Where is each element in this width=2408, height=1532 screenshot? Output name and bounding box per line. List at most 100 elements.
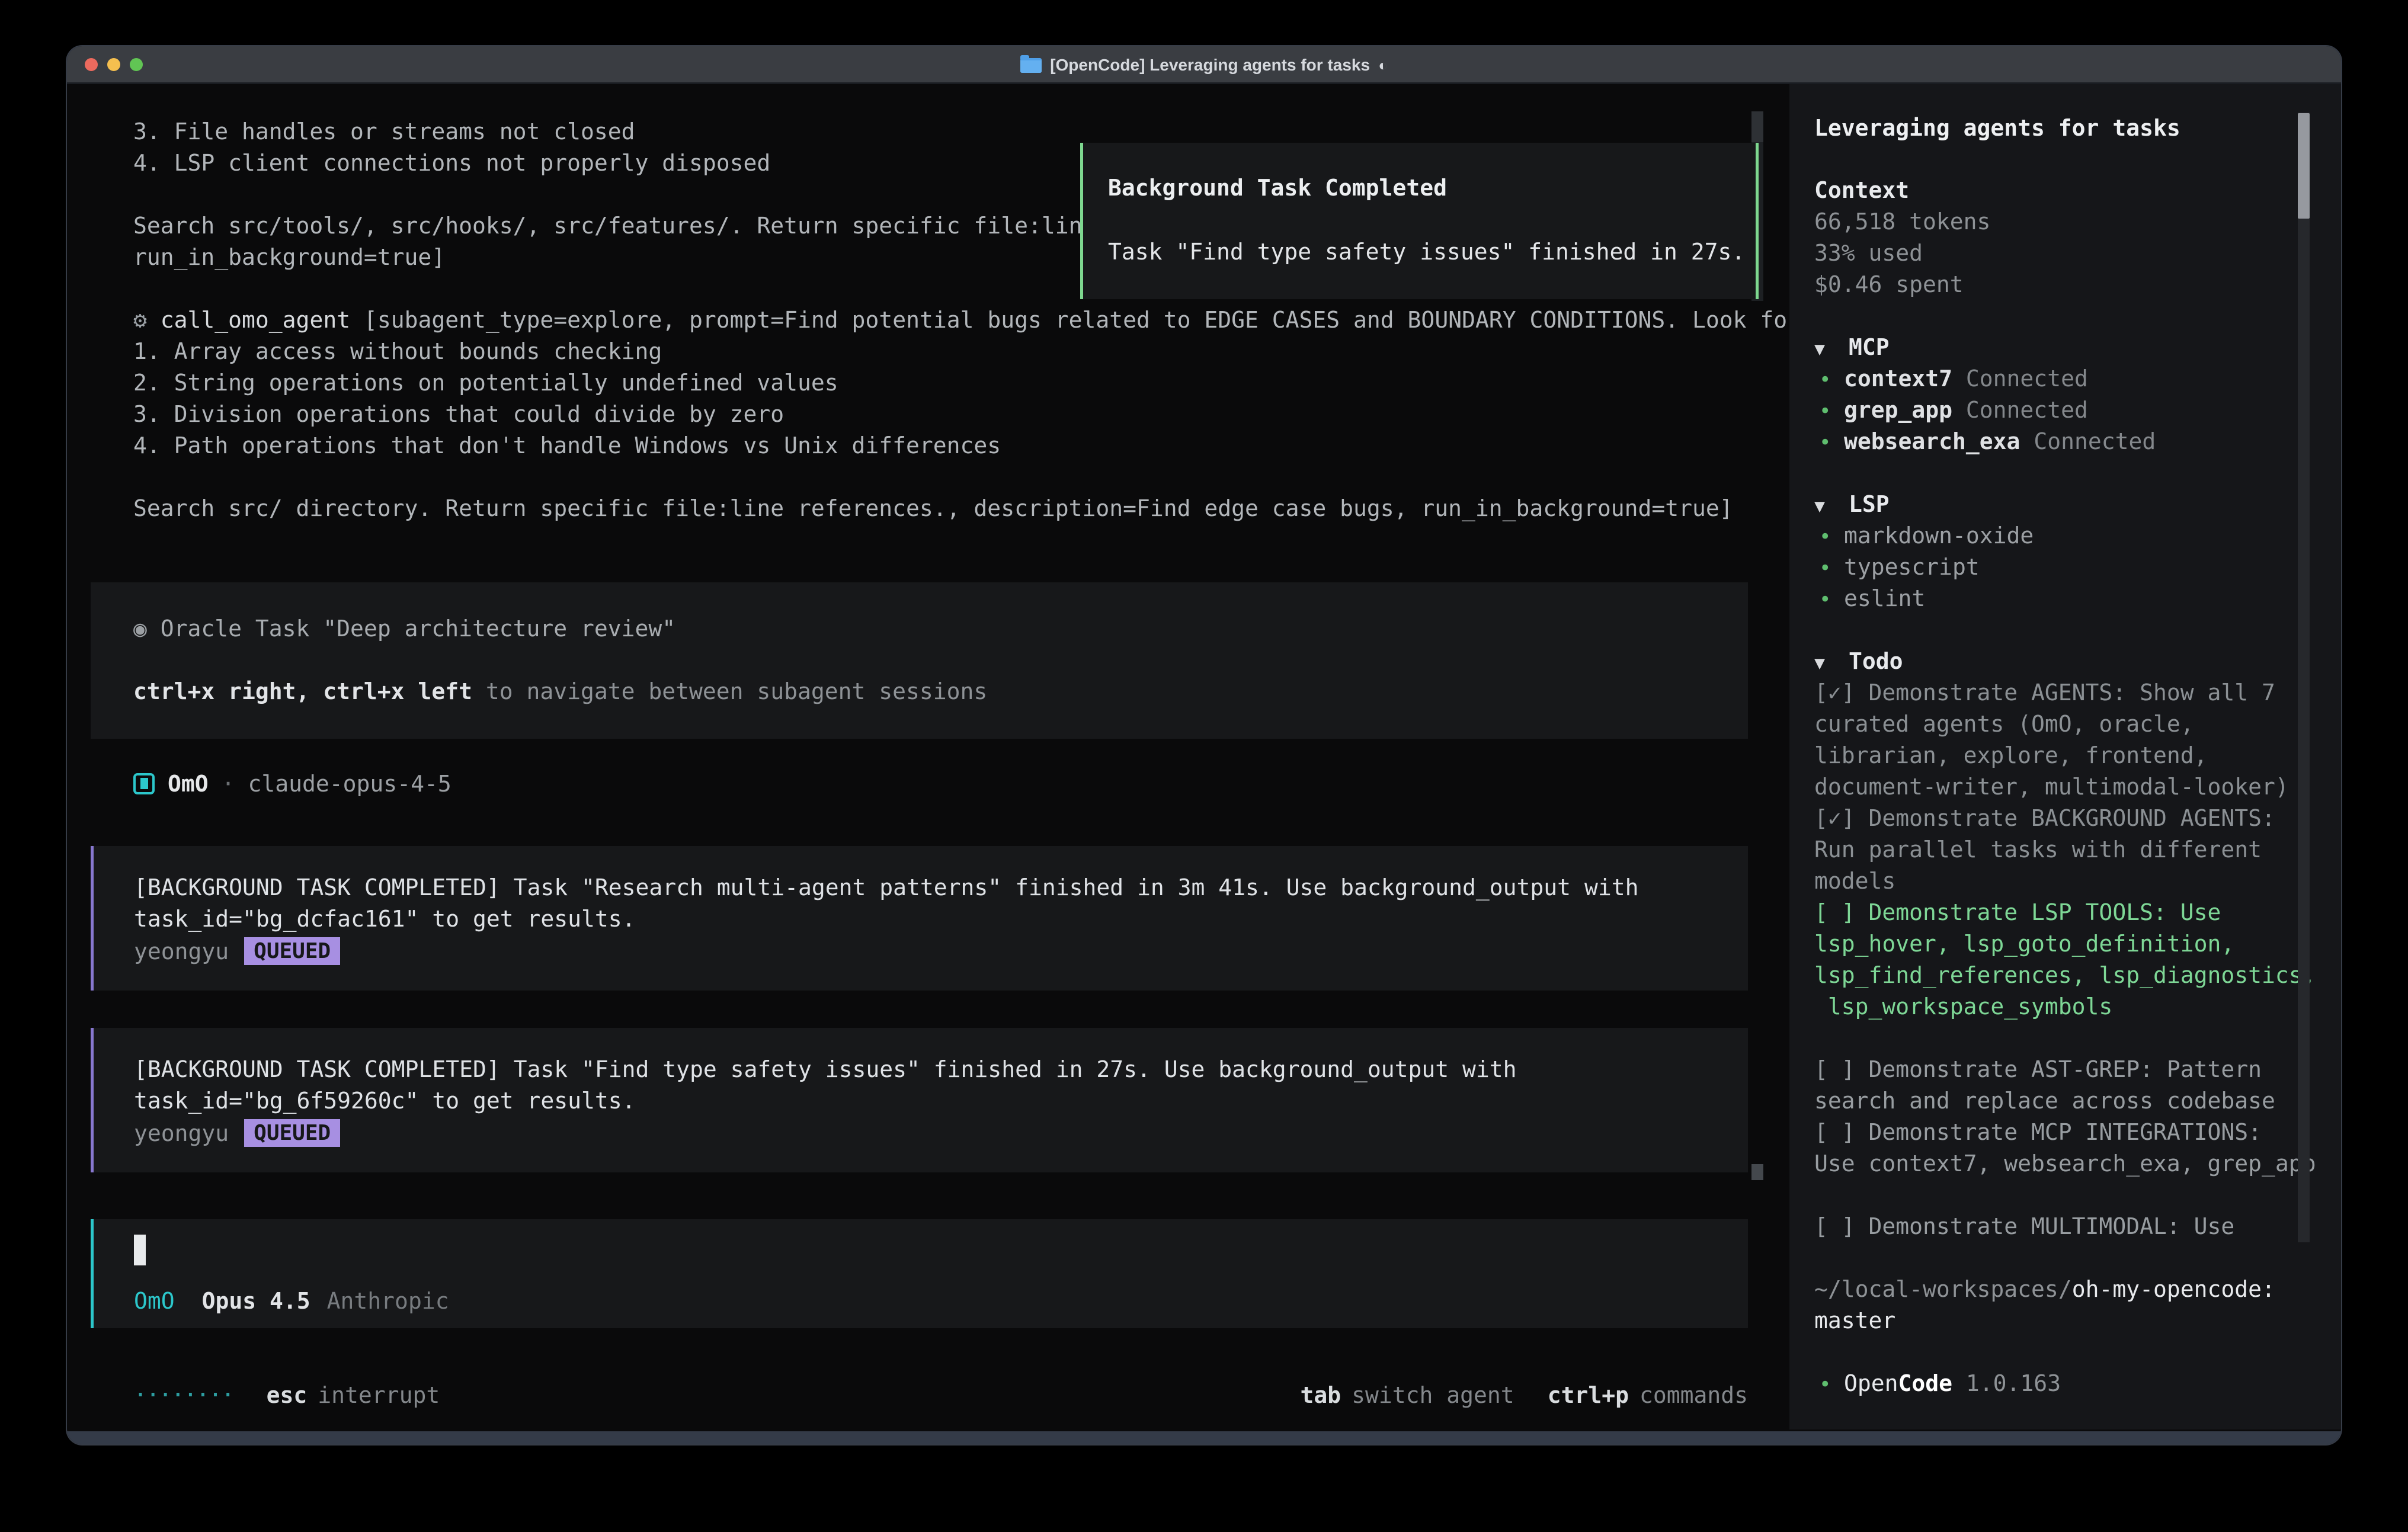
agent-model: claude-opus-4-5 — [248, 771, 451, 797]
hint-shortcut-keys: ctrl+x right, ctrl+x left — [133, 678, 472, 704]
spinner-dots: ········ — [133, 1382, 233, 1409]
gear-icon: ⚙ — [133, 307, 147, 333]
prompt-input[interactable]: OmO Opus 4.5 Anthropic — [91, 1219, 1748, 1328]
todo-heading: Todo — [1849, 648, 1903, 674]
scrollback-line: run_in_background=true] — [133, 242, 1096, 273]
esc-key-label: interrupt — [318, 1382, 440, 1408]
todo-item-done: [✓] Demonstrate AGENTS: Show all 7 curat… — [1814, 677, 2324, 803]
notification-title: Background Task Completed — [1108, 172, 1756, 204]
chat-pane: 3. File handles or streams not closed 4.… — [67, 84, 1789, 1430]
input-agent-name: OmO — [134, 1288, 175, 1314]
agent-name: OmO — [168, 771, 209, 797]
terminal-window: [OpenCode] Leveraging agents for tasks ◐… — [67, 46, 2341, 1444]
oracle-task-title-line: ◉ Oracle Task "Deep architecture review" — [133, 613, 1748, 645]
message-author: yeongyu — [134, 1120, 229, 1146]
message-text: [BACKGROUND TASK COMPLETED] Task "Resear… — [134, 872, 1748, 935]
status-dot-icon: • — [1814, 1369, 1844, 1400]
traffic-lights — [85, 58, 143, 71]
ctrlp-key-label: commands — [1640, 1382, 1748, 1408]
message-meta: yeongyu QUEUED — [134, 1117, 1748, 1149]
titlebar: [OpenCode] Leveraging agents for tasks ◐ — [67, 46, 2341, 84]
tool-call-block: ⚙ call_omo_agent [subagent_type=explore,… — [133, 305, 1789, 524]
mcp-section-header[interactable]: ▼MCP — [1814, 332, 1890, 365]
oracle-task-panel: ◉ Oracle Task "Deep architecture review"… — [91, 582, 1748, 739]
minimize-button[interactable] — [107, 58, 120, 71]
context-used: 33% used — [1814, 238, 1923, 269]
chevron-down-icon: ▼ — [1814, 648, 1849, 679]
todo-item-pending: [ ] Demonstrate MULTIMODAL: Use — [1814, 1211, 2324, 1242]
input-model-name: Opus 4.5 — [202, 1288, 310, 1314]
lsp-section-header[interactable]: ▼LSP — [1814, 489, 1890, 522]
esc-key-hint: esc — [267, 1382, 308, 1408]
todo-item-pending: [ ] Demonstrate AST-GREP: Pattern search… — [1814, 1054, 2324, 1117]
mcp-item: •context7 Connected — [1814, 363, 2088, 396]
tool-call-line: 4. Path operations that don't handle Win… — [133, 430, 1789, 461]
sidebar-scrollbar-thumb[interactable] — [2298, 113, 2310, 219]
queued-badge: QUEUED — [244, 937, 340, 965]
todo-item-done: [✓] Demonstrate BACKGROUND AGENTS: Run p… — [1814, 803, 2324, 897]
window-bottom-edge — [67, 1431, 2341, 1444]
status-dot-icon: • — [1814, 521, 1844, 553]
workspace-path: ~/local-workspaces/oh-my-opencode: — [1814, 1274, 2275, 1305]
tool-call-header: ⚙ call_omo_agent [subagent_type=explore,… — [133, 305, 1789, 336]
separator-dot: · — [222, 771, 235, 797]
background-task-message: [BACKGROUND TASK COMPLETED] Task "Resear… — [91, 846, 1748, 991]
tool-call-line: 1. Array access without bounds checking — [133, 336, 1789, 367]
session-sidebar: Leveraging agents for tasks Context 66,5… — [1789, 84, 2341, 1430]
version-number: 1.0.163 — [1966, 1370, 2061, 1396]
chat-scrollbar-thumb-top[interactable] — [1751, 111, 1763, 142]
input-provider-name: Anthropic — [327, 1288, 449, 1314]
todo-list: [✓] Demonstrate AGENTS: Show all 7 curat… — [1814, 677, 2324, 1242]
window-title-area: [OpenCode] Leveraging agents for tasks ◐ — [67, 46, 2341, 84]
folder-icon — [1020, 58, 1042, 73]
agent-checkbox-icon — [133, 773, 155, 794]
scrollback-line — [133, 179, 1096, 210]
tool-args: [subagent_type=explore, prompt=Find pote… — [350, 307, 1789, 333]
tab-key-label: switch agent — [1352, 1382, 1514, 1408]
queued-badge: QUEUED — [244, 1119, 340, 1147]
workspace-branch: master — [1814, 1305, 1895, 1337]
notification-body: Task "Find type safety issues" finished … — [1108, 236, 1756, 268]
todo-section-header[interactable]: ▼Todo — [1814, 646, 1903, 679]
tool-call-line — [133, 461, 1789, 493]
scrollback-line: Search src/tools/, src/hooks/, src/featu… — [133, 210, 1096, 242]
mcp-item: •websearch_exa Connected — [1814, 426, 2156, 459]
message-text: [BACKGROUND TASK COMPLETED] Task "Find t… — [134, 1054, 1748, 1117]
tool-call-line: Search src/ directory. Return specific f… — [133, 493, 1789, 524]
hint-text: to navigate between subagent sessions — [472, 678, 987, 704]
message-meta: yeongyu QUEUED — [134, 935, 1748, 967]
tool-call-line: 2. String operations on potentially unde… — [133, 367, 1789, 399]
zoom-button[interactable] — [130, 58, 143, 71]
target-icon: ◉ — [133, 616, 147, 642]
close-button[interactable] — [85, 58, 98, 71]
chat-scrollbar-thumb[interactable] — [1751, 1164, 1763, 1180]
session-title: Leveraging agents for tasks — [1814, 113, 2180, 144]
text-cursor — [134, 1235, 146, 1265]
todo-item-pending: [ ] Demonstrate MCP INTEGRATIONS: Use co… — [1814, 1117, 2324, 1180]
lsp-item: •typescript — [1814, 552, 1980, 584]
toast-notification[interactable]: Background Task Completed Task "Find typ… — [1080, 143, 1759, 299]
oracle-task-title: Oracle Task "Deep architecture review" — [147, 616, 675, 642]
sidebar-scrollbar-track[interactable] — [2298, 113, 2310, 1242]
lsp-item: •eslint — [1814, 583, 1925, 616]
mcp-item: •grep_app Connected — [1814, 395, 2088, 427]
status-dot-icon: • — [1814, 584, 1844, 616]
agent-header: OmO · claude-opus-4-5 — [133, 768, 451, 799]
tab-key-hint: tab — [1301, 1382, 1341, 1408]
background-task-message: [BACKGROUND TASK COMPLETED] Task "Find t… — [91, 1028, 1748, 1172]
scrollback-line: 3. File handles or streams not closed — [133, 116, 1096, 148]
tool-name: call_omo_agent — [161, 307, 350, 333]
status-dot-icon: • — [1814, 427, 1844, 459]
moon-phase-icon: ◐ — [1378, 56, 1388, 75]
chevron-down-icon: ▼ — [1814, 334, 1849, 365]
status-dot-icon: • — [1814, 364, 1844, 396]
message-author: yeongyu — [134, 938, 229, 964]
ctrlp-key-hint: ctrl+p — [1548, 1382, 1629, 1408]
tool-call-line: 3. Division operations that could divide… — [133, 399, 1789, 430]
version-line: •OpenCode 1.0.163 — [1814, 1368, 2061, 1400]
scrollback-text: 3. File handles or streams not closed 4.… — [133, 116, 1096, 273]
status-bar-right: tab switch agent ctrl+p commands — [1301, 1382, 1749, 1408]
mcp-heading: MCP — [1849, 334, 1890, 360]
todo-item-current: [ ] Demonstrate LSP TOOLS: Use lsp_hover… — [1814, 897, 2324, 1023]
context-tokens: 66,518 tokens — [1814, 206, 1990, 238]
